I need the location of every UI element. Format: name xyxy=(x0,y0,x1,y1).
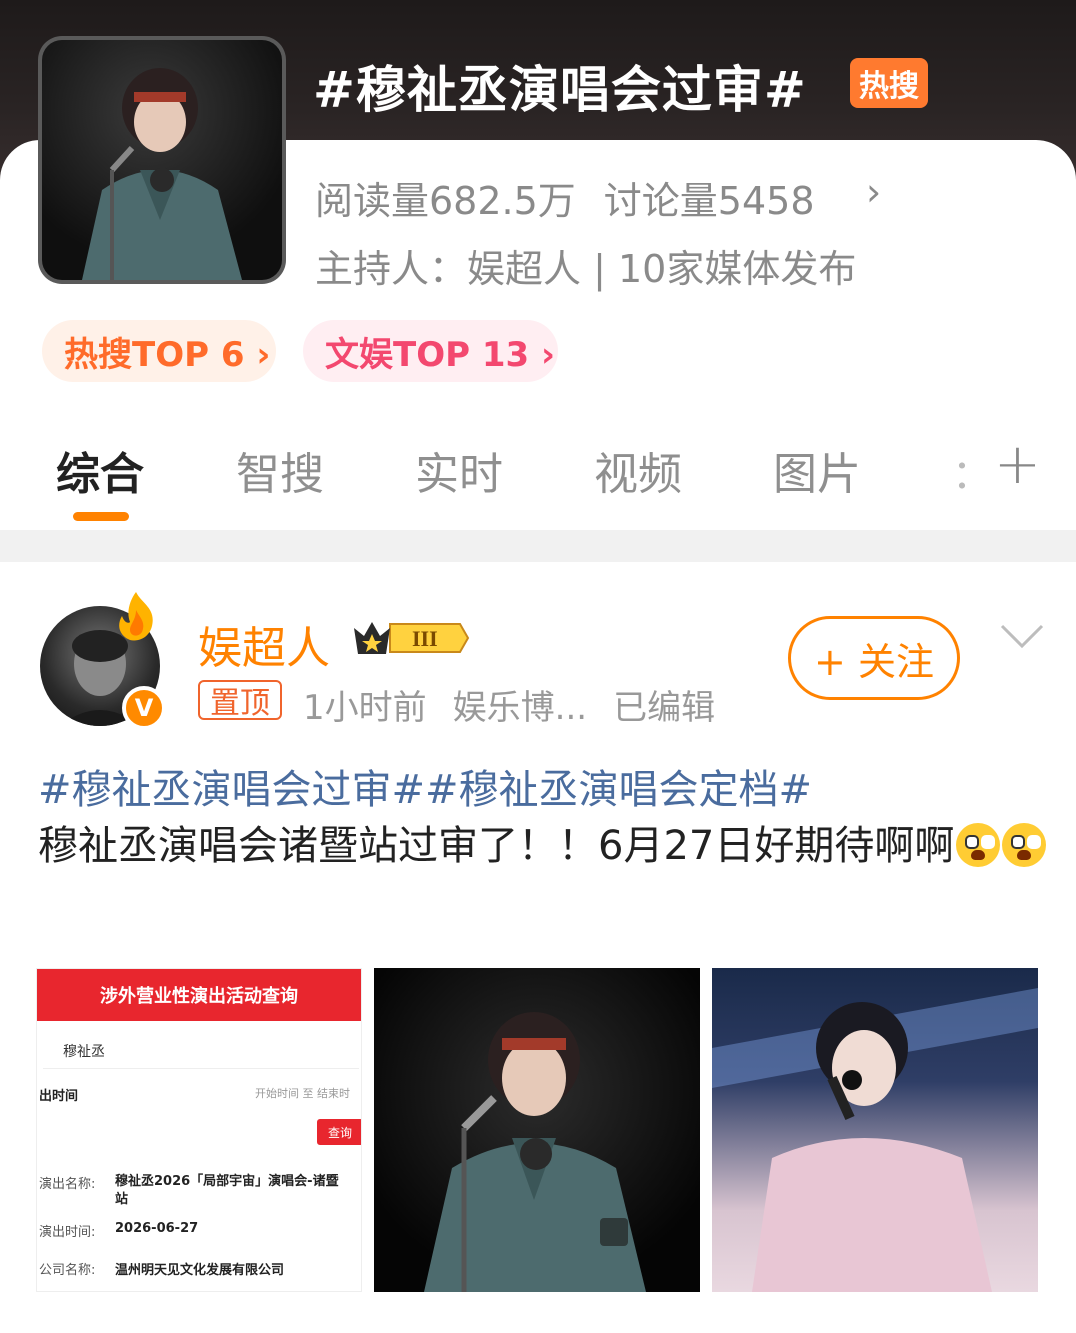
doc-time-label: 出时间 xyxy=(39,1089,79,1104)
member-crown-icon[interactable]: III xyxy=(350,616,470,660)
doc-company-label: 公司名称: xyxy=(39,1263,96,1278)
add-tab-icon[interactable]: + xyxy=(994,432,1041,497)
post-image-document[interactable]: 涉外营业性演出活动查询 穆祉丞 出时间 开始时间 至 结束时 查询 演出名称: … xyxy=(36,968,362,1292)
post-card: V 娱超人 III 置顶 1小时前 娱乐博... 已编辑 + 关注 #穆祉丞演唱会过… xyxy=(0,562,1076,1333)
hashtag-link[interactable]: #穆祉丞演唱会定档# xyxy=(425,767,812,813)
discussion-count: 讨论量5458 xyxy=(603,179,815,223)
stage-photo-illustration xyxy=(712,988,1038,1292)
tab-bar: 综合 智搜 实时 视频 图片 ： + xyxy=(0,430,1076,521)
entertainment-rank-pill[interactable]: 文娱TOP 13 › xyxy=(303,320,558,382)
hashtag-link[interactable]: #穆祉丞演唱会过审# xyxy=(38,767,425,813)
doc-search-field: 穆祉丞 xyxy=(43,1033,359,1069)
doc-date-value: 2026-06-27 xyxy=(115,1221,199,1236)
verified-badge-icon: V xyxy=(122,686,166,730)
post-meta: 1小时前 娱乐博... 已编辑 xyxy=(303,680,741,729)
post-source: 娱乐博... xyxy=(452,688,588,728)
hot-search-rank-pill[interactable]: 热搜TOP 6 › xyxy=(42,320,276,382)
tab-comprehensive[interactable]: 综合 xyxy=(56,438,144,502)
post-body: #穆祉丞演唱会过审##穆祉丞演唱会定档# 穆祉丞演唱会诸暨站过审了！！6月27日… xyxy=(38,762,1048,874)
member-level: III xyxy=(412,626,438,651)
doc-date-label: 演出时间: xyxy=(39,1225,96,1240)
doc-time-range: 开始时间 至 结束时 xyxy=(255,1087,350,1100)
post-edited: 已编辑 xyxy=(613,688,716,728)
more-tabs-icon[interactable]: ： xyxy=(952,442,992,500)
post-username[interactable]: 娱超人 xyxy=(198,612,330,676)
post-body-text: 穆祉丞演唱会诸暨站过审了！！6月27日好期待啊啊 xyxy=(38,823,955,869)
shocked-face-emoji-icon xyxy=(1002,823,1047,867)
topic-host: 主持人：娱超人 | 10家媒体发布 xyxy=(315,247,857,291)
read-count: 阅读量682.5万 xyxy=(315,179,576,223)
post-time: 1小时前 xyxy=(303,688,427,728)
tab-smart-search[interactable]: 智搜 xyxy=(236,438,324,502)
flame-icon xyxy=(119,592,153,641)
tab-video[interactable]: 视频 xyxy=(594,438,682,502)
topic-cover-image[interactable] xyxy=(38,36,286,284)
tab-images[interactable]: 图片 xyxy=(773,438,861,502)
pinned-label: 置顶 xyxy=(198,680,282,721)
topic-stats[interactable]: 阅读量682.5万 讨论量5458 xyxy=(315,170,843,225)
hot-search-badge: 热搜 xyxy=(850,58,928,108)
post-image-stage[interactable] xyxy=(712,968,1038,1292)
cover-photo-illustration xyxy=(82,68,242,280)
performer-photo-illustration xyxy=(424,1012,646,1292)
active-tab-indicator xyxy=(73,512,129,521)
shocked-face-emoji-icon xyxy=(956,823,1001,867)
section-divider xyxy=(0,530,1076,562)
chevron-right-icon[interactable]: › xyxy=(866,170,881,214)
tab-realtime[interactable]: 实时 xyxy=(415,438,503,502)
topic-header: #穆祉丞演唱会过审# 热搜 阅读量682.5万 讨论量5458 › 主持人：娱超人… xyxy=(0,0,1076,540)
chevron-down-icon[interactable] xyxy=(998,616,1046,656)
follow-button[interactable]: + 关注 xyxy=(788,616,960,700)
doc-name-value: 穆祉丞2026「局部宇宙」演唱会-诸暨站 xyxy=(115,1174,339,1207)
post-image-performer[interactable] xyxy=(374,968,700,1292)
doc-query-button: 查询 xyxy=(317,1119,361,1145)
doc-company-value: 温州明天见文化发展有限公司 xyxy=(115,1263,285,1278)
doc-header: 涉外营业性演出活动查询 xyxy=(37,969,361,1021)
topic-title: #穆祉丞演唱会过审# xyxy=(313,61,807,119)
doc-name-label: 演出名称: xyxy=(39,1177,96,1192)
